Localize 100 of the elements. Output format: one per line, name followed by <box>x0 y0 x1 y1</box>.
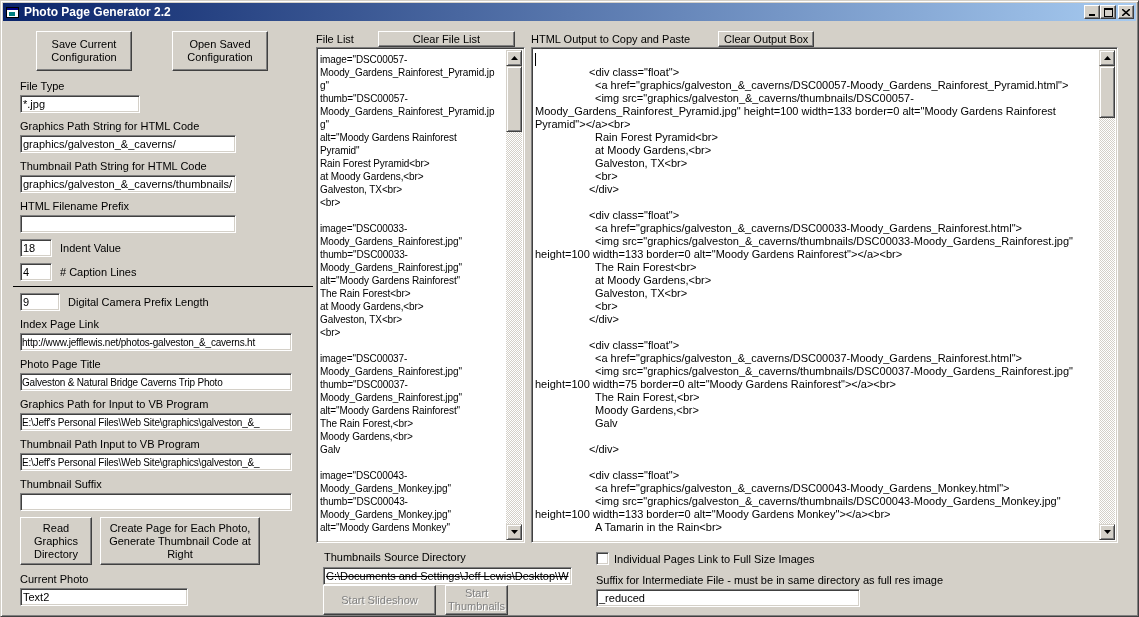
file-list-line: g" <box>320 79 330 92</box>
field-label: Suffix for Intermediate File - must be in same directory as full res image <box>596 574 945 587</box>
scroll-thumb[interactable] <box>506 66 522 132</box>
text-field[interactable]: http://www.jefflewis.net/photos-galveston_&_caverns.ht <box>20 333 292 351</box>
number-field[interactable]: 18 <box>20 239 52 257</box>
file-list-line: Moody_Gardens_Rainforest_Pyramid.jp <box>320 105 496 118</box>
html-code-line: </div> <box>589 313 619 325</box>
html-code-line: <img src="graphics/galveston_&_caverns/thumbnails/DSC00057- <box>595 92 914 104</box>
maximize-button[interactable] <box>1100 5 1116 19</box>
file-list-line: Moody Gardens,<br> <box>320 430 414 443</box>
file-list-box[interactable] <box>316 47 525 543</box>
file-list-line: at Moody Gardens,<br> <box>320 170 425 183</box>
action-button[interactable]: Read Graphics Directory <box>20 517 92 565</box>
file-list-line: <br> <box>320 326 342 339</box>
html-code-line: Moody_Gardens_Rainforest_Pyramid.jpg" height=100 width=133 border=0 alt="Moody Gardens Rainforest <box>535 105 1056 117</box>
file-list-label: File List <box>316 32 354 46</box>
html-code-line: height=100 width=133 border=0 alt="Moody Gardens Rainforest"></a><br> <box>535 248 903 260</box>
file-list-line: alt="Moody Gardens Rainforest <box>320 131 458 144</box>
file-list-line: Rain Forest Pyramid<br> <box>320 157 431 170</box>
scroll-up-button[interactable] <box>506 50 522 66</box>
clear-file-list-button[interactable]: Clear File List <box>377 31 515 47</box>
scroll-thumb[interactable] <box>1099 66 1115 118</box>
file-list-line: image="DSC00033- <box>320 222 409 235</box>
text-field[interactable] <box>20 215 236 233</box>
file-list-line: thumb="DSC00057- <box>320 92 409 105</box>
file-list-line: image="DSC00037- <box>320 352 409 365</box>
file-list-line: alt="Moody Gardens Monkey" <box>320 521 451 534</box>
field-label: Indent Value <box>60 242 121 254</box>
text-field[interactable]: graphics/galveston_&_caverns/thumbnails/ <box>20 175 236 193</box>
html-code-line: </div> <box>589 183 619 195</box>
minimize-button[interactable] <box>1084 5 1100 19</box>
html-code-line: <br> <box>595 300 618 312</box>
html-code-line: <img src="graphics/galveston_&_caverns/thumbnails/DSC00043-Moody_Gardens_Monkey.jpg" <box>595 495 1061 507</box>
html-code-line: <br> <box>595 170 618 182</box>
text-field[interactable]: E:\Jeff's Personal Files\Web Site\graphics\galveston_&_ <box>20 413 292 431</box>
html-code-line: height=100 width=133 border=0 alt="Moody Gardens Monkey"></a><br> <box>535 508 891 520</box>
html-code-line: <a href="graphics/galveston_&_caverns/DSC00033-Moody_Gardens_Rainforest.html"> <box>595 222 1022 234</box>
html-code-line: Galveston, TX<br> <box>595 157 688 169</box>
html-code-line: A Tamarin in the Rain<br> <box>595 521 722 533</box>
text-field[interactable]: C:\Documents and Settings\Jeff Lewis\Desktop\W <box>323 567 572 585</box>
field-label: Thumbnail Path String for HTML Code <box>20 160 207 173</box>
html-code-line: <img src="graphics/galveston_&_caverns/thumbnails/DSC00037-Moody_Gardens_Rainforest.jpg" <box>595 365 1073 377</box>
html-code-line: <a href="graphics/galveston_&_caverns/DSC00037-Moody_Gardens_Rainforest.html"> <box>595 352 1022 364</box>
scrollbar[interactable] <box>506 50 522 540</box>
configuration-button[interactable]: Save Current Configuration <box>36 31 132 71</box>
file-list-line: image="DSC00057- <box>320 53 409 66</box>
close-button[interactable] <box>1118 5 1134 19</box>
scrollbar[interactable] <box>1099 50 1115 540</box>
checkbox-label[interactable]: Individual Pages Link to Full Size Images <box>614 552 815 565</box>
field-label: Thumbnails Source Directory <box>324 551 466 564</box>
html-code-line: </div> <box>589 443 619 455</box>
action-button[interactable]: Create Page for Each Photo, Generate Thumbnail Code at Right <box>100 517 260 565</box>
up-arrow-icon <box>1103 56 1111 60</box>
html-code-line: Galv <box>595 417 618 429</box>
file-list-line: Galv <box>320 443 342 456</box>
up-arrow-icon <box>510 56 518 60</box>
clear-output-button[interactable]: Clear Output Box <box>718 31 815 47</box>
html-code-line: <div class="float"> <box>589 66 680 78</box>
field-label: Graphics Path for Input to VB Program <box>20 398 209 411</box>
scroll-down-button[interactable] <box>506 524 522 540</box>
html-output-label: HTML Output to Copy and Paste <box>531 32 691 46</box>
window-icon <box>6 5 20 19</box>
text-field[interactable]: Text2 <box>20 588 188 606</box>
down-arrow-icon <box>510 530 518 534</box>
field-label: Current Photo <box>20 573 89 586</box>
html-code-line: Rain Forest Pyramid<br> <box>595 131 718 143</box>
file-list-line: alt="Moody Gardens Rainforest" <box>320 274 461 287</box>
html-code-line: <a href="graphics/galveston_&_caverns/DSC00043-Moody_Gardens_Monkey.html"> <box>595 482 1010 494</box>
file-list-line: The Rain Forest<br> <box>320 287 412 300</box>
html-code-line: The Rain Forest,<br> <box>595 391 700 403</box>
file-list-line: thumb="DSC00033- <box>320 248 409 261</box>
file-list-line: <br> <box>320 196 342 209</box>
text-field[interactable]: E:\Jeff's Personal Files\Web Site\graphics\galveston_&_ <box>20 453 292 471</box>
file-list-line: thumb="DSC00037- <box>320 378 409 391</box>
scroll-up-button[interactable] <box>1099 50 1115 66</box>
scroll-down-button[interactable] <box>1099 524 1115 540</box>
text-field[interactable]: _reduced <box>596 589 860 607</box>
window-title: Photo Page Generator 2.2 <box>24 5 171 19</box>
file-list-line: Moody_Gardens_Monkey.jpg" <box>320 482 452 495</box>
file-list-line: thumb="DSC00043- <box>320 495 409 508</box>
configuration-button[interactable]: Open Saved Configuration <box>172 31 268 71</box>
html-code-line: at Moody Gardens,<br> <box>595 144 712 156</box>
html-output-box[interactable] <box>531 47 1118 543</box>
file-list-line: Galveston, TX<br> <box>320 313 404 326</box>
html-code-line: Galveston, TX<br> <box>595 287 688 299</box>
text-field[interactable] <box>20 493 292 511</box>
file-list-line: Moody_Gardens_Rainforest_Pyramid.jp <box>320 66 496 79</box>
text-field[interactable]: Galveston & Natural Bridge Caverns Trip Photo <box>20 373 292 391</box>
file-list-line: Moody_Gardens_Monkey.jpg" <box>320 508 452 521</box>
close-icon <box>1122 8 1130 16</box>
file-list-line: at Moody Gardens,<br> <box>320 300 425 313</box>
file-list-line: Moody_Gardens_Rainforest.jpg" <box>320 261 463 274</box>
html-code-line: <a href="graphics/galveston_&_caverns/DSC00057-Moody_Gardens_Rainforest_Pyramid.html"> <box>595 79 1069 91</box>
number-field[interactable]: 4 <box>20 263 52 281</box>
checkbox[interactable] <box>596 552 609 565</box>
number-field[interactable]: 9 <box>20 293 60 311</box>
html-code-line: The Rain Forest<br> <box>595 261 697 273</box>
text-field[interactable]: graphics/galveston_&_caverns/ <box>20 135 236 153</box>
text-field[interactable]: *.jpg <box>20 95 140 113</box>
file-list-line: alt="Moody Gardens Rainforest" <box>320 404 461 417</box>
